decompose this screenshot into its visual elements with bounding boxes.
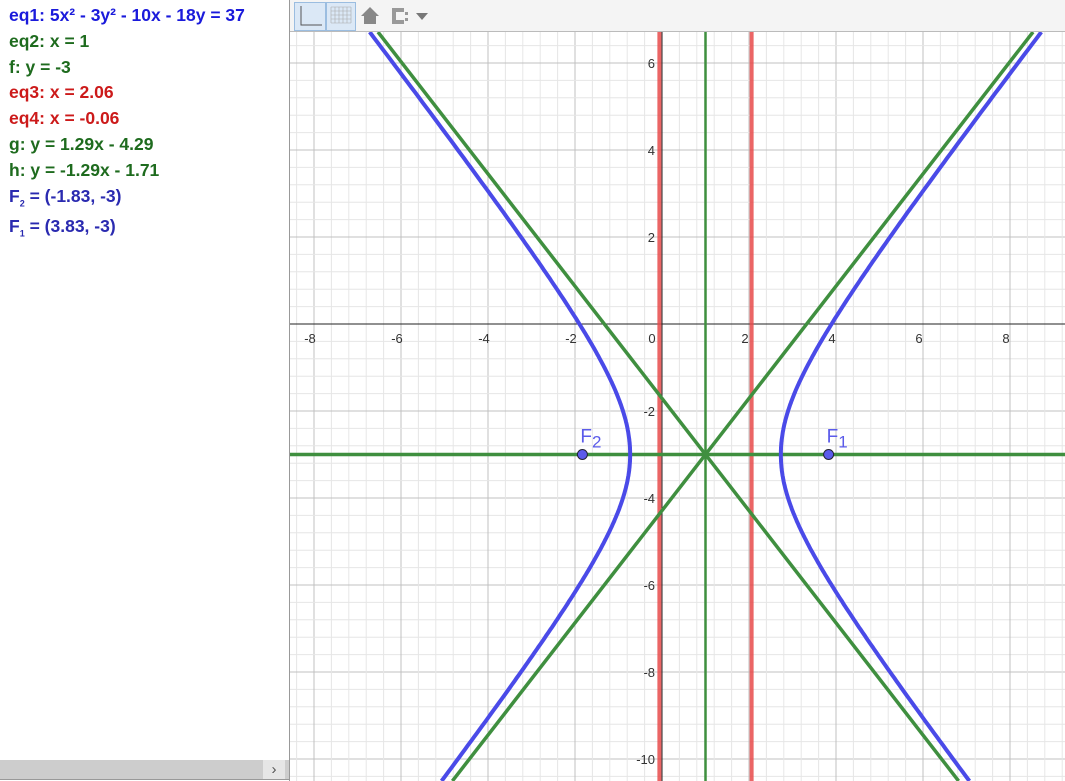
hyperbola-branch	[368, 32, 633, 781]
x-tick-label: -8	[304, 331, 316, 346]
algebra-view: eq1: 5x² - 3y² - 10x - 18y = 37 eq2: x = …	[0, 0, 290, 781]
algebra-item[interactable]: eq3: x = 2.06	[9, 82, 114, 103]
asymptote-line	[376, 32, 960, 781]
focus-point	[823, 449, 835, 460]
asymptote-line	[451, 32, 1035, 781]
algebra-item[interactable]: eq2: x = 1	[9, 31, 89, 52]
algebra-item[interactable]: f: y = -3	[9, 57, 71, 78]
x-tick-label: 8	[1002, 331, 1009, 346]
x-tick-label: 0	[648, 331, 655, 346]
y-tick-label: -2	[643, 404, 655, 419]
algebra-point-item[interactable]: F1 = (3.83, -3)	[9, 216, 116, 239]
home-icon[interactable]	[358, 2, 382, 29]
grid-toggle-icon[interactable]	[326, 2, 356, 31]
point-name: F	[9, 186, 20, 206]
axes-toggle-icon[interactable]	[294, 2, 326, 31]
focus-point	[576, 449, 588, 460]
point-value: = (3.83, -3)	[24, 216, 116, 236]
focus-label-name: F	[827, 427, 839, 448]
y-tick-label: -8	[643, 665, 655, 680]
graph-canvas[interactable]: -8 -6 -4 -2 0 2 4 6 8642-2-4-6-8-10F2 F1	[290, 32, 1065, 781]
algebra-item[interactable]: g: y = 1.29x - 4.29	[9, 134, 153, 155]
y-tick-label: 6	[648, 56, 655, 71]
algebra-item[interactable]: h: y = -1.29x - 1.71	[9, 160, 159, 181]
x-tick-label: 6	[915, 331, 922, 346]
algebra-point-item[interactable]: F2 = (-1.83, -3)	[9, 186, 122, 209]
x-tick-label: 2	[741, 331, 748, 346]
y-tick-label: -4	[643, 491, 655, 506]
focus-label: F1	[827, 427, 848, 452]
horizontal-scrollbar[interactable]: ›	[0, 760, 289, 780]
focus-label-subscript: 2	[592, 433, 601, 452]
y-tick-label: -6	[643, 578, 655, 593]
focus-label-subscript: 1	[838, 433, 847, 452]
point-name: F	[9, 216, 20, 236]
x-tick-label: -6	[391, 331, 403, 346]
algebra-item[interactable]: eq1: 5x² - 3y² - 10x - 18y = 37	[9, 5, 245, 26]
x-tick-label: -4	[478, 331, 490, 346]
dropdown-icon[interactable]	[414, 2, 430, 29]
point-capture-icon[interactable]	[386, 2, 412, 29]
y-tick-label: 4	[648, 143, 655, 158]
hyperbola-branch	[778, 32, 1043, 781]
algebra-item[interactable]: eq4: x = -0.06	[9, 108, 119, 129]
focus-label-name: F	[580, 427, 592, 448]
point-value: = (-1.83, -3)	[24, 186, 122, 206]
y-tick-label: -10	[636, 752, 655, 767]
focus-label: F2	[580, 427, 601, 452]
x-tick-label: 4	[828, 331, 835, 346]
graphics-toolbar	[290, 0, 1065, 32]
x-tick-label: -2	[565, 331, 577, 346]
y-tick-label: 2	[648, 230, 655, 245]
scroll-right-button[interactable]: ›	[263, 760, 285, 779]
graphics-view[interactable]: -8 -6 -4 -2 0 2 4 6 8 6 4 2 -2 -4 -6 -8 -10 F2 F1	[290, 32, 1065, 781]
